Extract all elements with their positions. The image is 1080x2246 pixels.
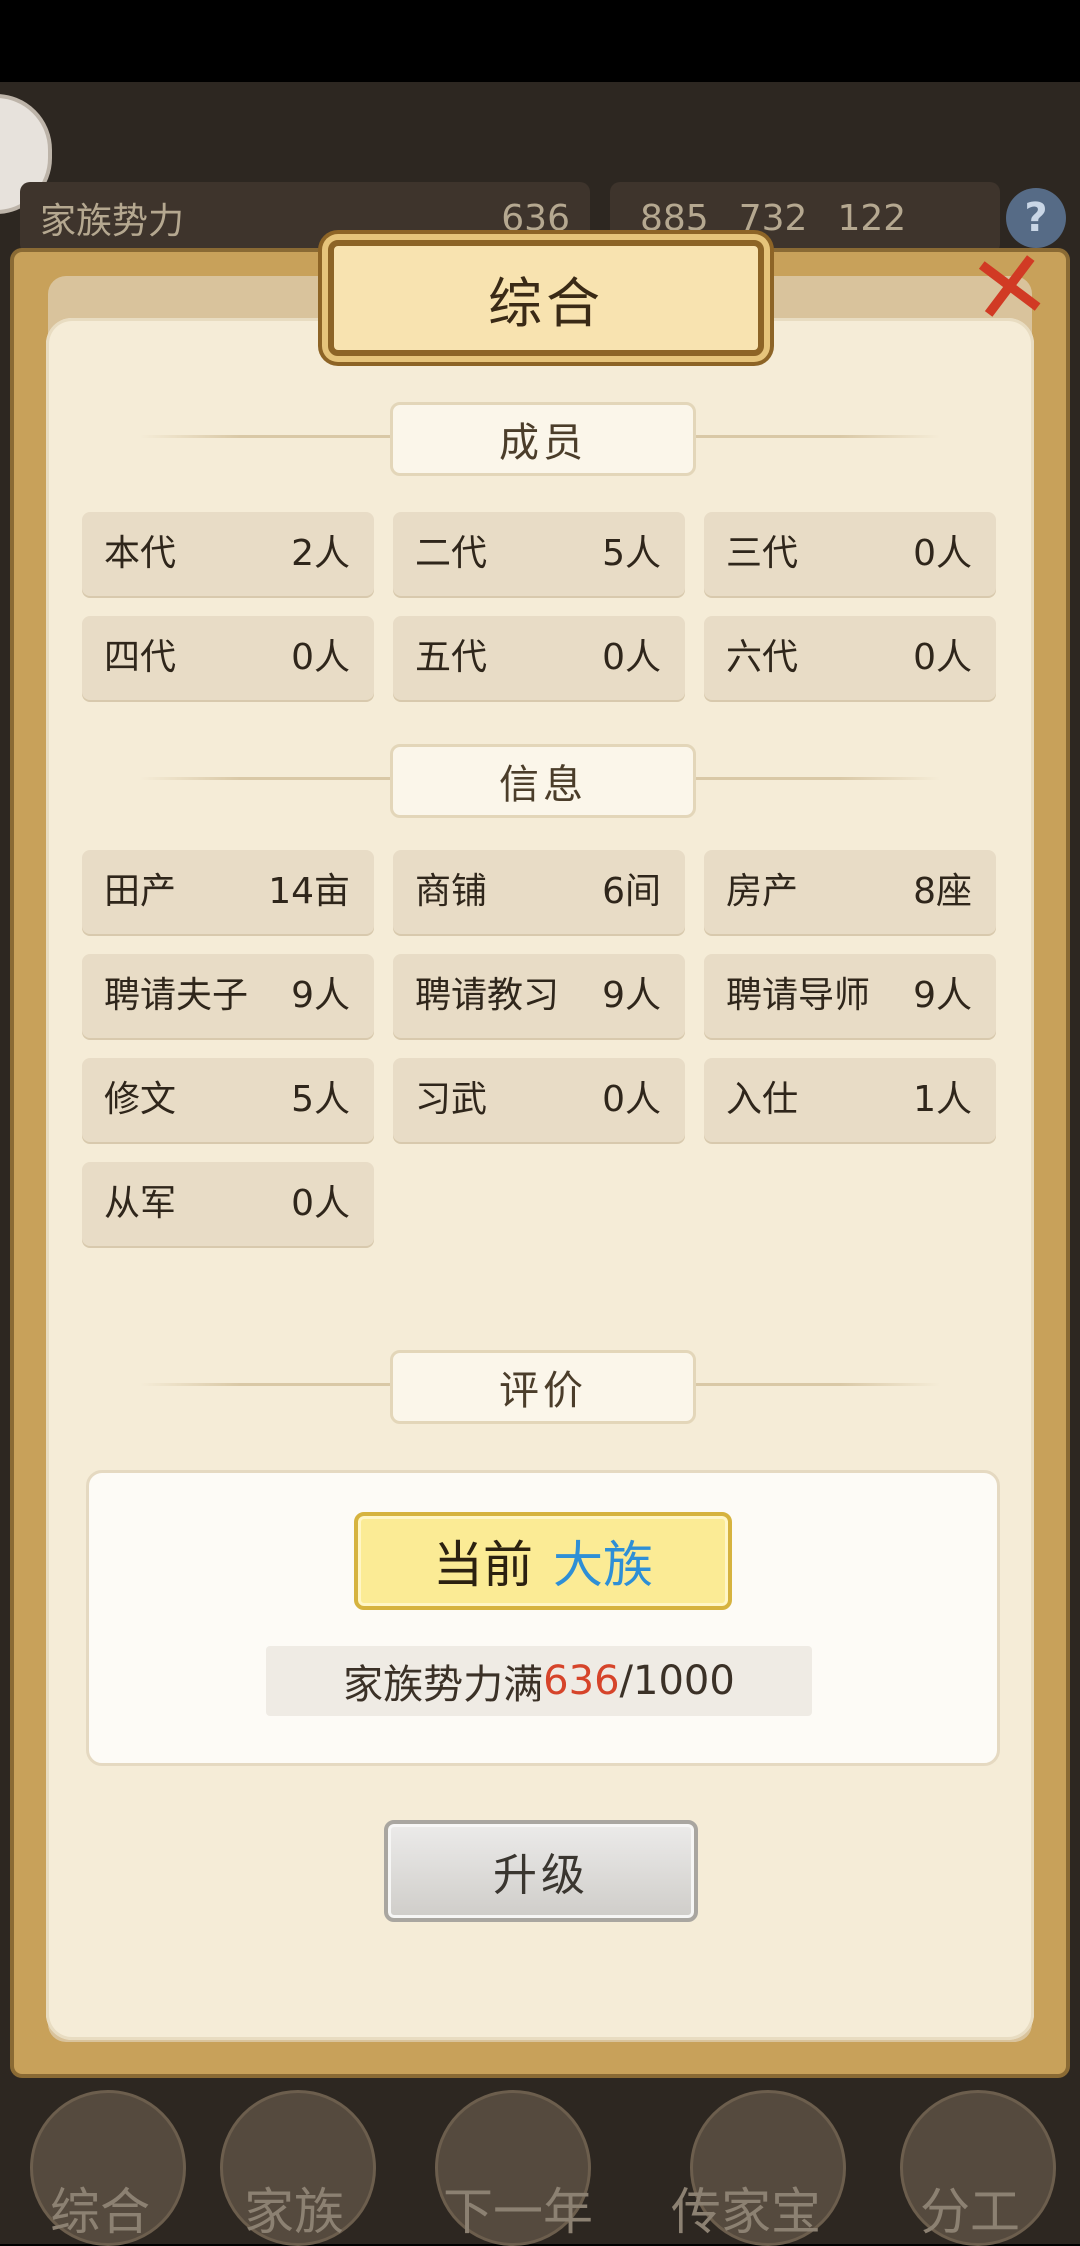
members-header: 成员 <box>140 402 940 476</box>
nav-assignment[interactable]: 分工 <box>870 2172 1070 2244</box>
info-cell: 聘请夫子 9人 <box>82 954 374 1038</box>
info-label: 田产 <box>104 871 177 912</box>
info-value: 1人 <box>913 1079 972 1120</box>
info-value: 5人 <box>291 1079 350 1120</box>
info-label: 习武 <box>415 1079 488 1120</box>
info-value: 9人 <box>602 975 661 1016</box>
info-label: 聘请教习 <box>415 975 560 1016</box>
info-cell: 聘请教习 9人 <box>393 954 685 1038</box>
bottom-nav: 综合 家族 下一年 传家宝 分工 <box>0 2070 1080 2246</box>
info-cell: 从军 0人 <box>82 1162 374 1246</box>
member-value: 0人 <box>291 637 350 678</box>
member-value: 2人 <box>291 533 350 574</box>
rank-value: 大族 <box>553 1536 653 1594</box>
member-label: 五代 <box>415 637 488 678</box>
info-cell: 入仕 1人 <box>704 1058 996 1142</box>
member-label: 四代 <box>104 637 177 678</box>
info-cell: 田产 14亩 <box>82 850 374 934</box>
member-cell: 五代 0人 <box>393 616 685 700</box>
info-cell: 房产 8座 <box>704 850 996 934</box>
rank-prefix: 当前 <box>433 1536 533 1594</box>
info-header: 信息 <box>140 744 940 818</box>
info-label: 商铺 <box>415 871 488 912</box>
info-value: 0人 <box>291 1183 350 1224</box>
info-label: 从军 <box>104 1183 177 1224</box>
member-value: 5人 <box>602 533 661 574</box>
info-cell: 商铺 6间 <box>393 850 685 934</box>
eval-header-label: 评价 <box>390 1350 696 1424</box>
nav-heirloom[interactable]: 传家宝 <box>646 2172 846 2244</box>
power-value: 636 <box>501 197 570 239</box>
member-label: 六代 <box>726 637 799 678</box>
coin-count: 122 <box>837 197 907 239</box>
upgrade-button[interactable]: 升级 <box>384 1820 698 1922</box>
info-cell: 习武 0人 <box>393 1058 685 1142</box>
progress-prefix: 家族势力满 <box>343 1662 544 1708</box>
iron-count: 732 <box>738 197 808 239</box>
info-cell: 修文 5人 <box>82 1058 374 1142</box>
info-label: 聘请导师 <box>726 975 871 1016</box>
info-value: 8座 <box>913 871 972 912</box>
progress-total: /1000 <box>619 1658 735 1704</box>
member-label: 二代 <box>415 533 488 574</box>
progress-current: 636 <box>543 1658 620 1704</box>
members-header-label: 成员 <box>390 402 696 476</box>
info-header-label: 信息 <box>390 744 696 818</box>
member-value: 0人 <box>602 637 661 678</box>
power-progress-text: 家族势力满 636/1000 <box>266 1646 812 1716</box>
info-value: 6间 <box>602 871 661 912</box>
power-label: 家族势力 <box>40 201 185 242</box>
info-label: 房产 <box>726 871 799 912</box>
member-value: 0人 <box>913 533 972 574</box>
info-value: 14亩 <box>268 871 350 912</box>
member-label: 三代 <box>726 533 799 574</box>
nav-summary[interactable]: 综合 <box>0 2172 200 2244</box>
member-cell: 六代 0人 <box>704 616 996 700</box>
member-cell: 四代 0人 <box>82 616 374 700</box>
eval-header: 评价 <box>140 1350 940 1424</box>
info-label: 入仕 <box>726 1079 799 1120</box>
dialog-title: 综合 <box>328 240 764 356</box>
close-icon[interactable]: ✕ <box>951 227 1068 349</box>
member-cell: 二代 5人 <box>393 512 685 596</box>
info-value: 9人 <box>291 975 350 1016</box>
nav-family[interactable]: 家族 <box>194 2172 394 2244</box>
info-cell: 聘请导师 9人 <box>704 954 996 1038</box>
current-rank-badge: 当前 大族 <box>354 1512 732 1610</box>
info-value: 0人 <box>602 1079 661 1120</box>
status-bar <box>0 0 1080 82</box>
info-label: 聘请夫子 <box>104 975 249 1016</box>
silver-count: 885 <box>640 197 709 239</box>
member-cell: 本代 2人 <box>82 512 374 596</box>
member-cell: 三代 0人 <box>704 512 996 596</box>
member-value: 0人 <box>913 637 972 678</box>
member-label: 本代 <box>104 533 177 574</box>
info-label: 修文 <box>104 1079 177 1120</box>
nav-next-year[interactable]: 下一年 <box>418 2172 618 2244</box>
info-value: 9人 <box>913 975 972 1016</box>
